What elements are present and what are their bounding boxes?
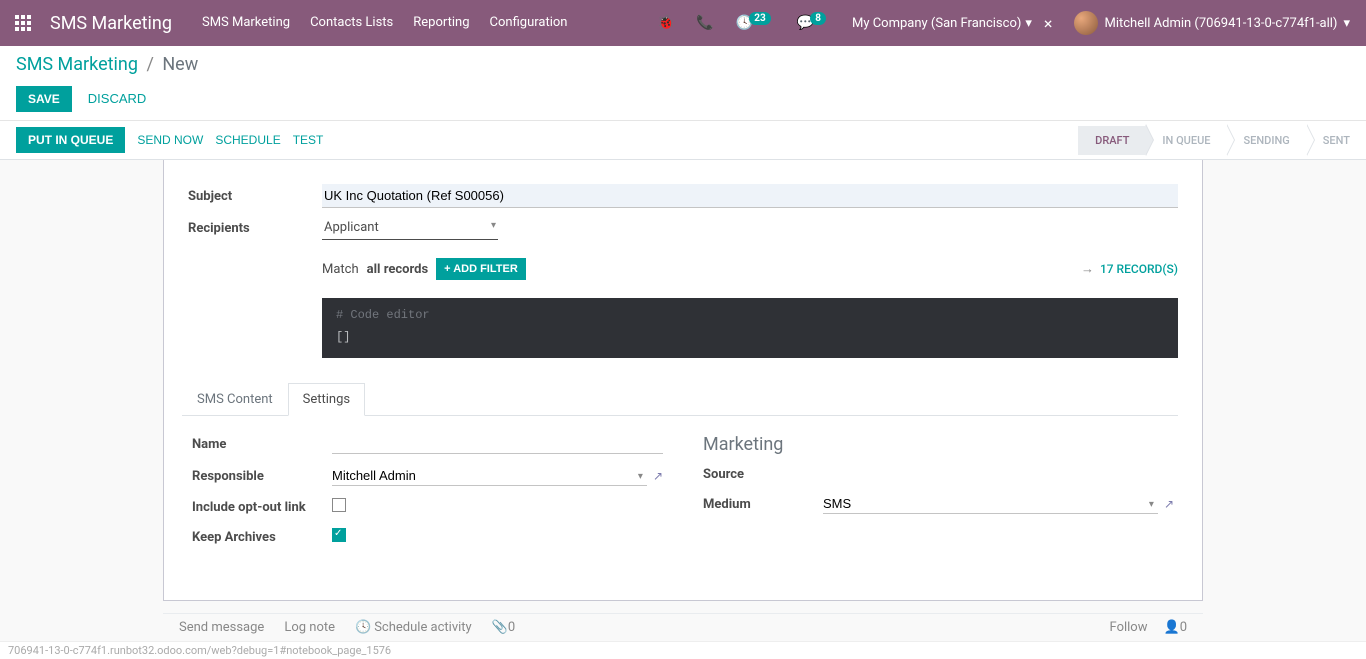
- chevron-down-icon: ▾: [1025, 16, 1032, 31]
- activities-badge: 23: [749, 12, 770, 25]
- messages-icon[interactable]: 💬8: [789, 15, 838, 31]
- voip-icon[interactable]: 📞: [688, 15, 721, 31]
- actions-row: Save Discard: [16, 85, 1350, 120]
- code-body: []: [336, 330, 350, 344]
- match-label: Match: [322, 262, 359, 277]
- chevron-down-icon: ▾: [638, 471, 643, 482]
- clock-icon: 🕓: [355, 620, 371, 635]
- form-sheet: Subject Recipients Applicant ▾ Match all…: [163, 160, 1203, 601]
- source-label: Source: [703, 467, 823, 482]
- chatter: Send message Log note 🕓Schedule activity…: [163, 613, 1203, 641]
- optout-label: Include opt-out link: [192, 500, 332, 515]
- subject-label: Subject: [188, 189, 322, 204]
- followers-count[interactable]: 👤0: [1164, 620, 1188, 635]
- send-message-link[interactable]: Send message: [179, 620, 264, 635]
- recipients-select[interactable]: Applicant ▾: [322, 216, 498, 240]
- breadcrumb: SMS Marketing / New: [16, 54, 1350, 75]
- archives-label: Keep Archives: [192, 530, 332, 545]
- medium-input[interactable]: [823, 494, 1158, 514]
- attachments-link[interactable]: 📎0: [492, 620, 516, 635]
- discard-button[interactable]: Discard: [84, 85, 151, 112]
- tab-settings-content: Name Responsible ▾ ↗ Include opt-out lin…: [188, 416, 1178, 576]
- medium-label: Medium: [703, 497, 823, 512]
- nav-link-configuration[interactable]: Configuration: [480, 0, 578, 46]
- chevron-down-icon: ▾: [491, 220, 496, 231]
- responsible-label: Responsible: [192, 469, 332, 484]
- chevron-down-icon: ▾: [1149, 499, 1154, 510]
- external-link-icon[interactable]: ↗: [1164, 497, 1174, 511]
- breadcrumb-root[interactable]: SMS Marketing: [16, 54, 138, 75]
- brand-title[interactable]: SMS Marketing: [46, 13, 192, 34]
- optout-checkbox[interactable]: [332, 498, 346, 512]
- form-statusbar: Put in Queue Send Now Schedule Test Draf…: [0, 121, 1366, 160]
- company-name: My Company (San Francisco): [852, 16, 1021, 31]
- put-in-queue-button[interactable]: Put in Queue: [16, 127, 125, 153]
- status-in-queue[interactable]: In Queue: [1145, 126, 1226, 155]
- log-note-link[interactable]: Log note: [284, 620, 335, 635]
- recipients-label: Recipients: [188, 221, 322, 236]
- company-switcher[interactable]: My Company (San Francisco) ▾ ×: [844, 14, 1061, 33]
- archives-checkbox[interactable]: [332, 528, 346, 542]
- status-sending[interactable]: Sending: [1226, 126, 1305, 155]
- attachment-icon: 📎: [492, 620, 508, 635]
- nav-links: SMS Marketing Contacts Lists Reporting C…: [192, 0, 578, 46]
- status-draft[interactable]: Draft: [1078, 126, 1145, 155]
- nav-link-contacts-lists[interactable]: Contacts Lists: [300, 0, 403, 46]
- nav-right: 🐞 📞 🕓23 💬8 My Company (San Francisco) ▾ …: [649, 11, 1358, 35]
- footer-url: 706941-13-0-c774f1.runbot32.odoo.com/web…: [0, 641, 1366, 659]
- recipients-value: Applicant: [324, 220, 379, 235]
- tabs: SMS Content Settings: [182, 382, 1178, 416]
- save-button[interactable]: Save: [16, 86, 72, 112]
- schedule-activity-link[interactable]: 🕓Schedule activity: [355, 620, 472, 635]
- match-all-records: all records: [367, 262, 428, 277]
- chevron-down-icon: ▾: [1343, 16, 1350, 31]
- name-input[interactable]: [332, 434, 663, 454]
- nav-link-reporting[interactable]: Reporting: [403, 0, 479, 46]
- arrow-right-icon: →: [1081, 261, 1094, 277]
- responsible-input[interactable]: [332, 466, 647, 486]
- schedule-button[interactable]: Schedule: [215, 133, 280, 147]
- code-comment: # Code editor: [336, 308, 1164, 322]
- user-icon: 👤: [1164, 620, 1180, 635]
- tab-settings[interactable]: Settings: [288, 383, 365, 416]
- apps-menu-icon[interactable]: [0, 0, 46, 46]
- tab-sms-content[interactable]: SMS Content: [182, 383, 288, 416]
- name-label: Name: [192, 437, 332, 452]
- subject-input[interactable]: [322, 184, 1178, 208]
- add-filter-button[interactable]: + ADD FILTER: [436, 258, 526, 280]
- follow-button[interactable]: Follow: [1110, 620, 1148, 635]
- statusbar-steps: Draft In Queue Sending Sent: [1078, 126, 1366, 155]
- debug-icon[interactable]: 🐞: [649, 15, 682, 31]
- activities-icon[interactable]: 🕓23: [728, 15, 783, 31]
- user-menu[interactable]: Mitchell Admin (706941-13-0-c774f1-all) …: [1066, 11, 1358, 35]
- status-buttons: Put in Queue Send Now Schedule Test: [16, 121, 323, 159]
- status-sent[interactable]: Sent: [1306, 126, 1366, 155]
- records-link[interactable]: 17 RECORD(S): [1100, 262, 1178, 276]
- test-button[interactable]: Test: [293, 133, 324, 147]
- breadcrumb-current: New: [162, 54, 198, 75]
- messages-badge: 8: [810, 12, 826, 25]
- control-panel: SMS Marketing / New Save Discard: [0, 46, 1366, 121]
- external-link-icon[interactable]: ↗: [653, 469, 663, 483]
- close-icon[interactable]: ×: [1044, 14, 1053, 33]
- marketing-section-title: Marketing: [703, 434, 1174, 455]
- navbar: SMS Marketing SMS Marketing Contacts Lis…: [0, 0, 1366, 46]
- code-editor[interactable]: # Code editor []: [322, 298, 1178, 358]
- send-now-button[interactable]: Send Now: [137, 133, 203, 147]
- nav-link-sms-marketing[interactable]: SMS Marketing: [192, 0, 300, 46]
- avatar: [1074, 11, 1098, 35]
- user-name: Mitchell Admin (706941-13-0-c774f1-all): [1104, 16, 1337, 31]
